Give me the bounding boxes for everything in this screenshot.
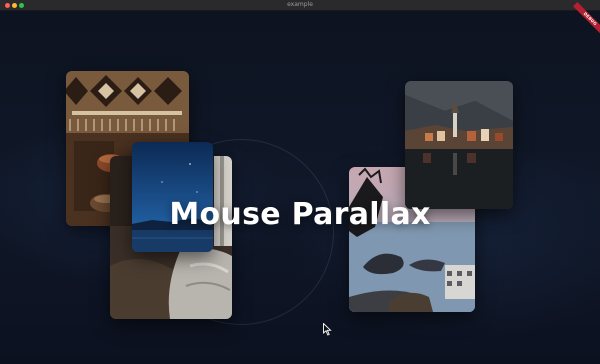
app-window: example Mouse Parallax DEBUG (0, 0, 600, 364)
village-card (405, 81, 513, 209)
arrow-pointer-icon (323, 323, 332, 336)
parallax-stage[interactable]: Mouse Parallax (0, 11, 600, 364)
hero-title: Mouse Parallax (169, 197, 431, 232)
window-title: example (287, 1, 313, 8)
title-bar: example (0, 0, 600, 11)
